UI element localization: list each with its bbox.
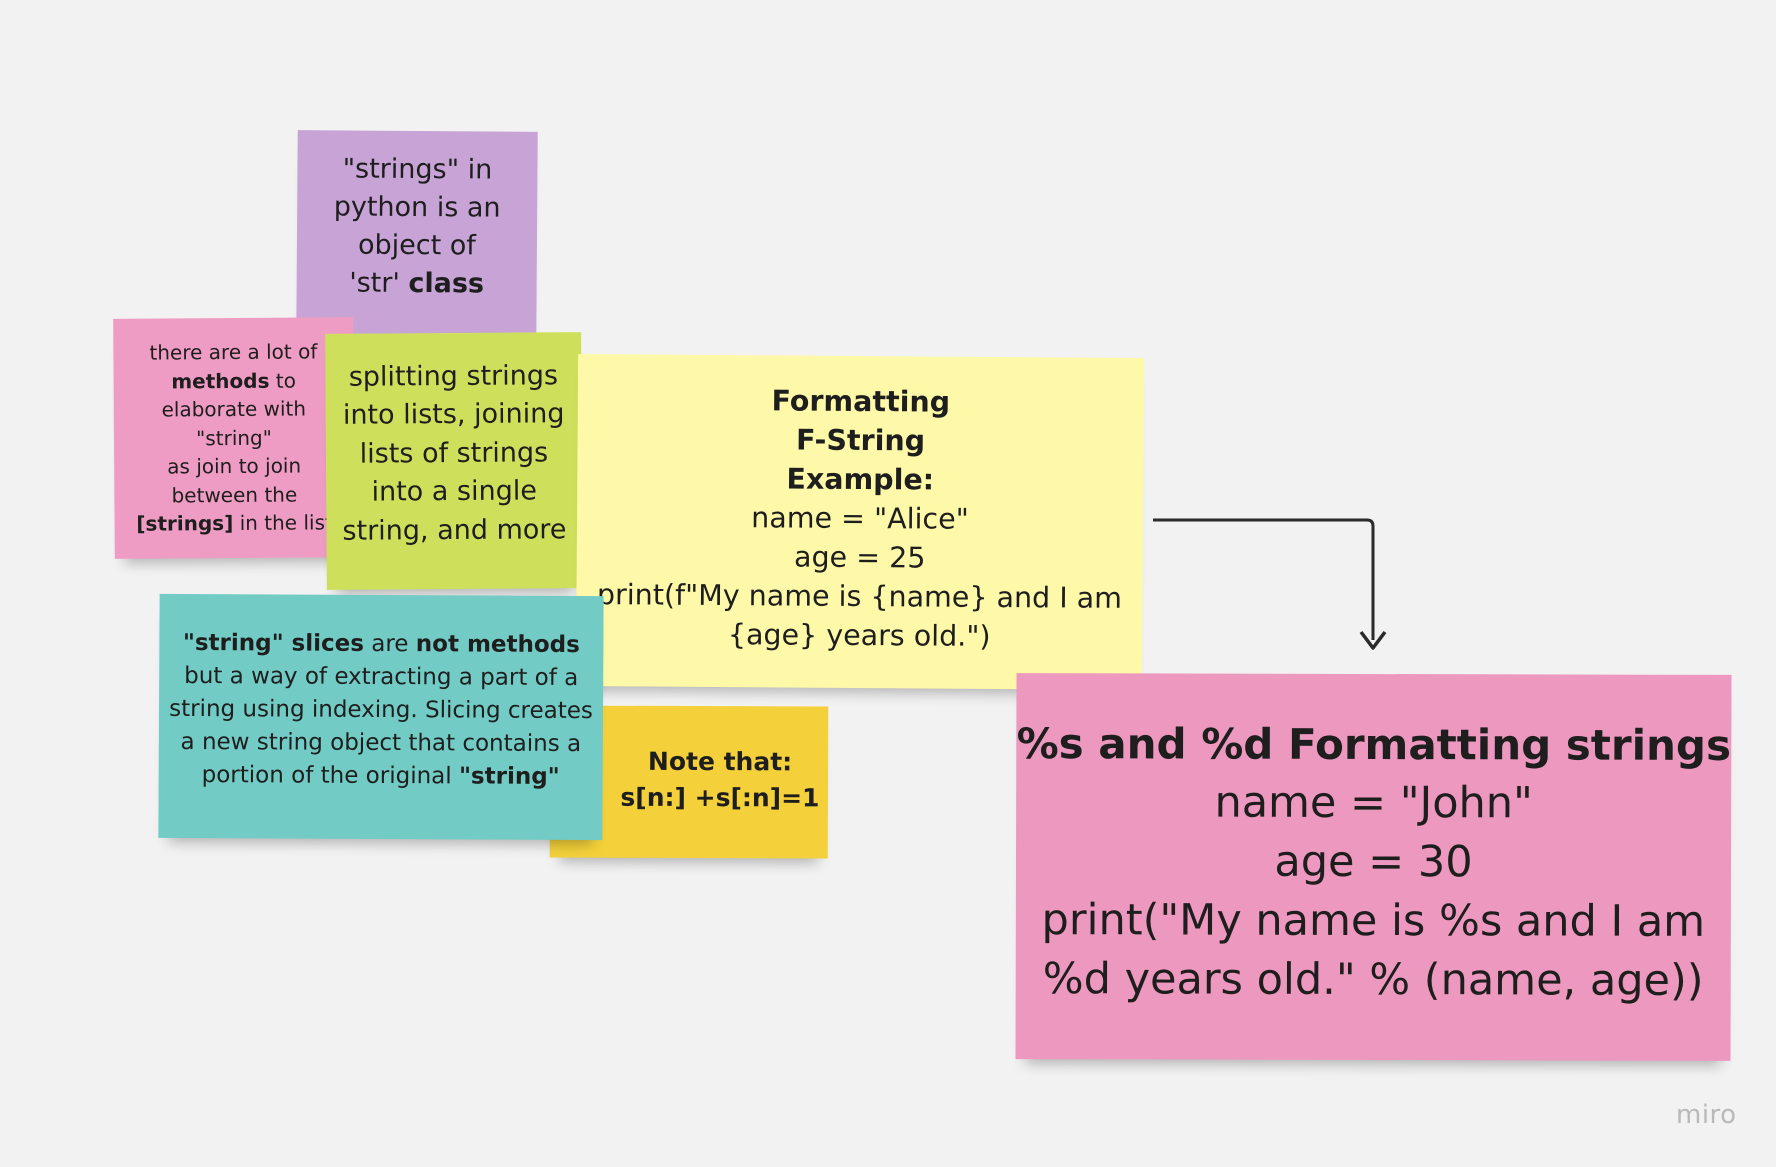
note-line: as join to join (167, 453, 302, 479)
sticky-note-slices[interactable]: "string" slices are not methods but a wa… (158, 593, 604, 841)
note-line: lists of strings (359, 437, 549, 470)
note-line: elaborate with (161, 396, 307, 422)
note-line: Note that: (647, 746, 793, 777)
note-line: there are a lot of (149, 339, 318, 365)
note-line: s[n:] +s[:n]=1 (620, 782, 820, 813)
note-line: "string" (196, 425, 272, 451)
note-title: %s and %d Formatting strings (1016, 718, 1732, 770)
note-line: "strings" in (342, 153, 493, 186)
note-line: portion of the original "string" (202, 759, 560, 794)
note-text: are (363, 630, 416, 657)
note-code-line: name = "Alice" (751, 500, 969, 536)
note-code-line: print(f"My name is {name} and I am (596, 577, 1123, 615)
note-code-line: name = "John" (1214, 777, 1533, 828)
sticky-note-strings-object[interactable]: "strings" in python is an object of 'str… (296, 130, 538, 338)
sticky-note-methods[interactable]: there are a lot of methods to elaborate … (113, 317, 355, 559)
note-text-bold: methods (171, 368, 270, 394)
note-line: splitting strings (348, 360, 559, 393)
note-text-bold: [strings] (136, 511, 234, 536)
note-line: methods to (171, 366, 296, 395)
miro-watermark-logo: miro (1676, 1100, 1737, 1130)
sticky-note-fstring[interactable]: Formatting F-String Example: name = "Ali… (575, 354, 1145, 690)
sticky-note-splitting[interactable]: splitting strings into lists, joining li… (325, 332, 583, 590)
note-line: a new string object that contains a (180, 728, 582, 757)
note-text-bold: class (408, 267, 485, 300)
note-line: "string" slices are not methods (183, 626, 580, 661)
note-code-line: age = 25 (793, 540, 926, 574)
note-title-line: Formatting (771, 383, 951, 419)
note-text: 'str' (349, 267, 409, 299)
note-line: [strings] in the list (136, 509, 333, 539)
note-text: to (269, 368, 296, 393)
note-text-bold: "string" (458, 762, 560, 790)
note-title-line: Example: (786, 461, 935, 497)
note-line: into a single (371, 475, 538, 508)
note-title-line: F-String (795, 423, 926, 457)
note-code-line: age = 30 (1274, 836, 1473, 887)
note-line: between the (171, 482, 298, 508)
note-line: python is an (333, 191, 501, 224)
note-code-line: %d years old." % (name, age)) (1042, 953, 1704, 1006)
note-text: in the list (233, 510, 333, 536)
note-line: string using indexing. Slicing creates (169, 695, 593, 724)
note-line: object of (357, 229, 476, 262)
note-line: but a way of extracting a part of a (184, 662, 579, 691)
note-line: 'str' class (349, 265, 484, 304)
whiteboard-canvas[interactable]: "strings" in python is an object of 'str… (0, 0, 1776, 1167)
note-line: string, and more (342, 513, 567, 547)
note-code-line: {age} years old.") (727, 617, 991, 653)
note-line: into lists, joining (342, 398, 565, 432)
note-text-bold: not methods (415, 630, 580, 658)
note-text: portion of the original (201, 761, 460, 789)
note-text-bold: "string" slices (182, 629, 365, 657)
note-code-line: print("My name is %s and I am (1041, 894, 1706, 947)
sticky-note-percent-format[interactable]: %s and %d Formatting strings name = "Joh… (1015, 673, 1732, 1061)
